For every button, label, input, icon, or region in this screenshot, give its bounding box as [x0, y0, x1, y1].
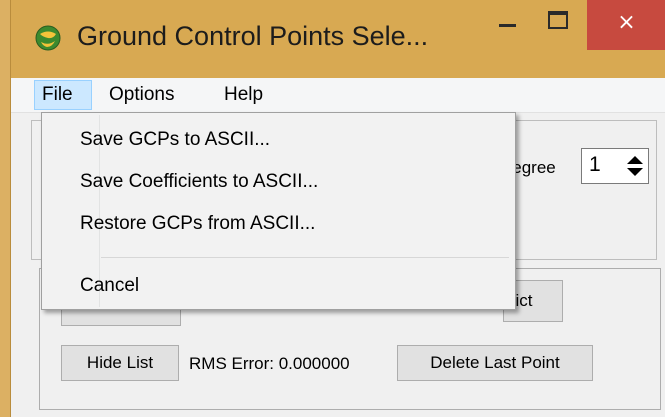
menu-separator: [101, 257, 509, 258]
menu-item-save-coefficients[interactable]: Save Coefficients to ASCII...: [80, 166, 318, 198]
degree-spinner[interactable]: 1: [581, 148, 649, 184]
globe-app-icon: [35, 25, 61, 51]
menu-item-restore-gcps[interactable]: Restore GCPs from ASCII...: [80, 208, 315, 240]
window-title: Ground Control Points Sele...: [77, 21, 429, 51]
rms-error-text: RMS Error: 0.000000: [189, 354, 350, 373]
delete-last-point-button[interactable]: Delete Last Point: [397, 345, 593, 381]
menu-item-save-gcps[interactable]: Save GCPs to ASCII...: [80, 124, 270, 156]
menu-options[interactable]: Options: [102, 80, 181, 110]
close-button[interactable]: ×: [587, 0, 665, 50]
gcp-selection-window: Ground Control Points Sele... × File Opt…: [10, 0, 665, 417]
menu-help[interactable]: Help: [217, 80, 270, 110]
minimize-button[interactable]: [481, 0, 531, 50]
title-bar[interactable]: Ground Control Points Sele... ×: [11, 0, 665, 78]
degree-value: 1: [589, 153, 601, 176]
maximize-icon: [548, 11, 568, 29]
menu-item-cancel[interactable]: Cancel: [80, 270, 139, 302]
minimize-icon: [499, 24, 516, 27]
menu-file[interactable]: File: [34, 80, 92, 110]
spinner-arrows-icon[interactable]: [626, 154, 644, 178]
close-icon: ×: [617, 10, 636, 35]
hide-list-button[interactable]: Hide List: [61, 345, 179, 381]
maximize-button[interactable]: [533, 0, 585, 50]
menu-bar: File Options Help: [11, 78, 665, 113]
